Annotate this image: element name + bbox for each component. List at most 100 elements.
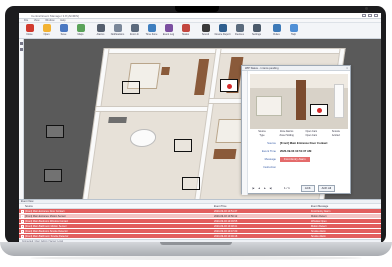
close-window-button[interactable] — [374, 14, 378, 17]
popup-title: WIP Status - 1 items pending — [245, 67, 279, 70]
popup-row-instruction: Instruction — [263, 165, 276, 169]
popup-row-source: Source [Front] Main Entrance Door Contact — [267, 141, 328, 145]
clock-icon — [147, 24, 156, 32]
app-window: Central Event Manager 3.8 [ADMIN] File V… — [19, 13, 381, 243]
popup-col-source: Source Type — [258, 130, 266, 137]
event-source: [Front] Main Entrance Door Contact — [19, 209, 214, 213]
menu-file[interactable]: File — [24, 19, 28, 22]
toolbar-button-event-log[interactable]: Event Log — [160, 23, 177, 39]
toolbar-button-zoom-in[interactable]: Zoom In — [126, 23, 143, 39]
event-source: [Front] Main Entrance Motion Sensor — [19, 214, 214, 218]
row-checkbox[interactable] — [21, 235, 24, 238]
toolbar-label: Status — [181, 33, 190, 36]
col-source-header[interactable]: Source — [19, 204, 214, 208]
row-checkbox[interactable] — [21, 225, 24, 228]
laptop-shadow — [30, 256, 362, 260]
sensor-marker[interactable] — [46, 125, 64, 138]
popup-nav: |◂ ◂ ▸ ▸| 1 / 1 ACK ACK All — [250, 184, 348, 192]
col-time-header[interactable]: Event Time — [214, 204, 311, 208]
event-time: 2020-09-03 10:51:37 — [214, 210, 238, 213]
report-icon — [218, 24, 227, 32]
wardrobe — [194, 59, 210, 95]
save-icon — [59, 24, 68, 32]
row-checkbox[interactable] — [21, 220, 24, 223]
popup-col-zone: Zone Alarms Zone Holding — [279, 130, 294, 137]
toolbar-label: Time Zone — [145, 33, 158, 36]
toolbar-button-maps[interactable]: Maps — [72, 23, 89, 39]
snapshot-door — [296, 80, 306, 120]
toolbar-button-settings[interactable]: Settings — [248, 23, 265, 39]
event-message: Smoke Alarm — [311, 230, 326, 233]
toolbar-button-close[interactable]: Close — [21, 23, 38, 39]
bathtub — [128, 129, 158, 147]
gear-icon — [113, 24, 122, 32]
toolbar-button-time-zone[interactable]: Time Zone — [143, 23, 160, 39]
pointer-tool-icon[interactable] — [20, 42, 23, 45]
toolbar-button-alarms[interactable]: Alarms — [92, 23, 109, 39]
last-page-icon[interactable]: ▸| — [268, 186, 274, 190]
wall — [95, 107, 212, 111]
settings-icon — [252, 24, 261, 32]
menu-view[interactable]: View — [34, 19, 40, 22]
map-icon — [76, 24, 85, 32]
popup-col-snooze[interactable]: Snooze Ack Evt — [324, 130, 348, 138]
laptop-lid: Central Event Manager 3.8 [ADMIN] File V… — [5, 6, 386, 244]
toolbar-button-status[interactable]: Status — [177, 23, 194, 39]
sensor-marker[interactable] — [174, 139, 192, 152]
popup-close-icon[interactable]: × — [346, 66, 348, 71]
maximize-button[interactable] — [368, 14, 372, 17]
minimize-button[interactable] — [362, 14, 366, 17]
toolbar-button-open[interactable]: Open — [38, 23, 55, 39]
sensor-marker[interactable] — [44, 169, 62, 182]
ack-all-button[interactable]: ACK All — [317, 184, 336, 192]
toolbar-button-save[interactable]: Save — [55, 23, 72, 39]
event-time: 2020-09-03 10:48:41 — [214, 225, 238, 228]
menu-window[interactable]: Window — [45, 19, 54, 22]
alarm-icon — [96, 24, 105, 32]
toolbar-button-device-report[interactable]: Device Report — [214, 23, 231, 39]
toolbar-label: Close — [26, 33, 33, 36]
close-icon — [25, 24, 34, 32]
toolbar-button-sound[interactable]: Sound — [197, 23, 214, 39]
zoom-in-icon — [130, 24, 139, 32]
popup-row-time: Event Time 2020-09-03 10:51:37 AM — [262, 149, 312, 153]
toolbar-label: Zoom In — [129, 33, 140, 36]
toolbar-label: Settings — [251, 33, 262, 36]
wall — [103, 49, 345, 53]
toolbar-button-devices[interactable]: Devices — [231, 23, 248, 39]
toolbar-label: Devices — [235, 33, 244, 36]
sensor-marker[interactable] — [182, 177, 200, 190]
event-source: [Front] Main Bedroom Smoke Detector — [19, 229, 214, 233]
alarm-dot-icon — [227, 84, 232, 89]
event-source: [Front] Main Bathroom Smoke Detector — [19, 234, 214, 238]
toolbar-label: Maps — [77, 33, 84, 36]
toolbar-label: Save — [60, 33, 67, 36]
camera-notch — [175, 6, 368, 12]
popup-col-camera[interactable]: Open Cam Open Cam — [299, 130, 323, 138]
event-message: Motion Detect — [311, 225, 327, 228]
popup-columns: Source Type Zone Alarms Zone Holding Open … — [250, 130, 348, 138]
toolbar: Close Open Save Maps Alarms Notifications Zoom… — [19, 23, 381, 39]
pan-tool-icon[interactable] — [20, 48, 23, 51]
alarm-sensor-marker[interactable] — [220, 79, 238, 92]
nightstand — [160, 67, 171, 75]
event-time: 2020-09-03 10:47:30 — [214, 230, 238, 233]
toolbar-button-rules[interactable]: Rules — [268, 23, 285, 39]
menu-help[interactable]: Help — [60, 19, 65, 22]
row-checkbox[interactable] — [21, 230, 24, 233]
product-photo: Central Event Manager 3.8 [ADMIN] File V… — [0, 0, 392, 267]
folder-icon — [42, 24, 51, 32]
popup-header: WIP Status - 1 items pending × — [242, 66, 350, 71]
col-message-header[interactable]: Event Message — [311, 204, 381, 208]
row-checkbox[interactable] — [21, 210, 24, 213]
ack-button[interactable]: ACK — [300, 184, 315, 192]
row-checkbox[interactable] — [21, 215, 24, 218]
alarm-popup: WIP Status - 1 items pending × Source Typ… — [241, 65, 351, 195]
event-time: 2020-09-03 10:49:55 — [214, 220, 238, 223]
webcam-icon — [365, 7, 368, 10]
toolbar-button-notifications[interactable]: Notifications — [109, 23, 126, 39]
sensor-marker[interactable] — [122, 81, 140, 94]
toolbar-button-help[interactable]: Help — [285, 23, 302, 39]
camera-snapshot — [250, 74, 348, 129]
toolbar-label: Help — [290, 33, 297, 36]
